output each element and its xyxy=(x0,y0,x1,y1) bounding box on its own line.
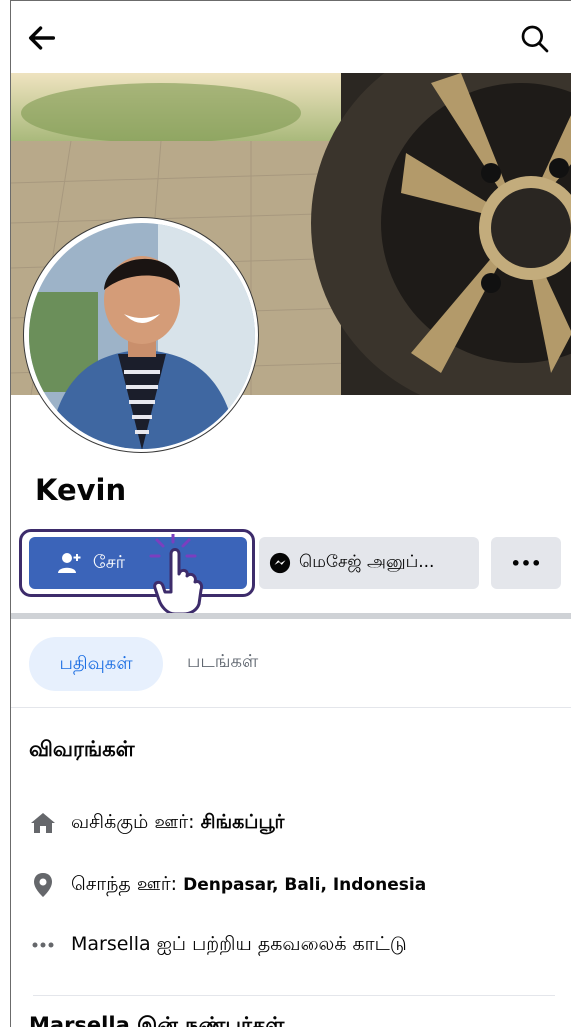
see-about-row[interactable]: Marsella ஐப் பற்றிய தகவலைக் காட்டு xyxy=(29,929,407,961)
search-button[interactable] xyxy=(519,23,559,63)
add-friend-label: சேர் xyxy=(92,551,126,573)
see-about-link[interactable]: Marsella ஐப் பற்றிய தகவலைக் காட்டு xyxy=(71,933,407,958)
hometown-value: Denpasar, Bali, Indonesia xyxy=(183,874,427,895)
hometown-label: சொந்த ஊர்: xyxy=(71,872,178,895)
ellipsis-icon xyxy=(29,931,57,959)
add-friend-button[interactable]: சேர் xyxy=(29,534,247,614)
message-label: மெசேஜ் அனுப்... xyxy=(299,552,435,572)
profile-screen: Kevin சேர் மெசேஜ் அனுப்... ••• பதிவுகள் … xyxy=(10,0,571,1027)
tab-photos[interactable]: படங்கள் xyxy=(187,651,258,674)
message-button[interactable]: மெசேஜ் அனுப்... xyxy=(259,537,479,589)
lives-in-label: வசிக்கும் ஊர்: xyxy=(71,810,195,833)
profile-avatar[interactable] xyxy=(23,217,259,453)
home-icon xyxy=(29,809,57,837)
top-bar xyxy=(11,1,571,73)
hometown-row: சொந்த ஊர்: Denpasar, Bali, Indonesia xyxy=(29,869,426,901)
profile-tabs: பதிவுகள் படங்கள் xyxy=(11,637,571,693)
arrow-left-icon xyxy=(28,26,56,50)
location-pin-icon xyxy=(29,871,57,899)
about-title: விவரங்கள் xyxy=(29,737,135,761)
about-divider xyxy=(33,995,555,996)
back-button[interactable] xyxy=(25,21,65,61)
friends-title: Marsella இன் நண்பர்கள் xyxy=(29,1013,285,1027)
profile-name: Kevin xyxy=(35,473,127,507)
messenger-icon xyxy=(269,552,291,574)
tab-photos-label: படங்கள் xyxy=(187,651,259,672)
search-icon xyxy=(521,25,549,53)
more-options-button[interactable]: ••• xyxy=(491,537,561,589)
tab-posts-label: பதிவுகள் xyxy=(59,652,133,674)
lives-in-row: வசிக்கும் ஊர்: சிங்கப்பூர் xyxy=(29,807,284,839)
tabs-divider xyxy=(11,707,571,708)
add-friend-icon xyxy=(57,553,81,573)
more-dots-icon: ••• xyxy=(510,553,542,573)
tab-posts[interactable]: பதிவுகள் xyxy=(29,637,163,691)
tap-hand-icon xyxy=(149,534,204,614)
avatar-image xyxy=(29,223,255,449)
section-divider xyxy=(11,613,571,619)
lives-in-value: சிங்கப்பூர் xyxy=(200,810,285,833)
